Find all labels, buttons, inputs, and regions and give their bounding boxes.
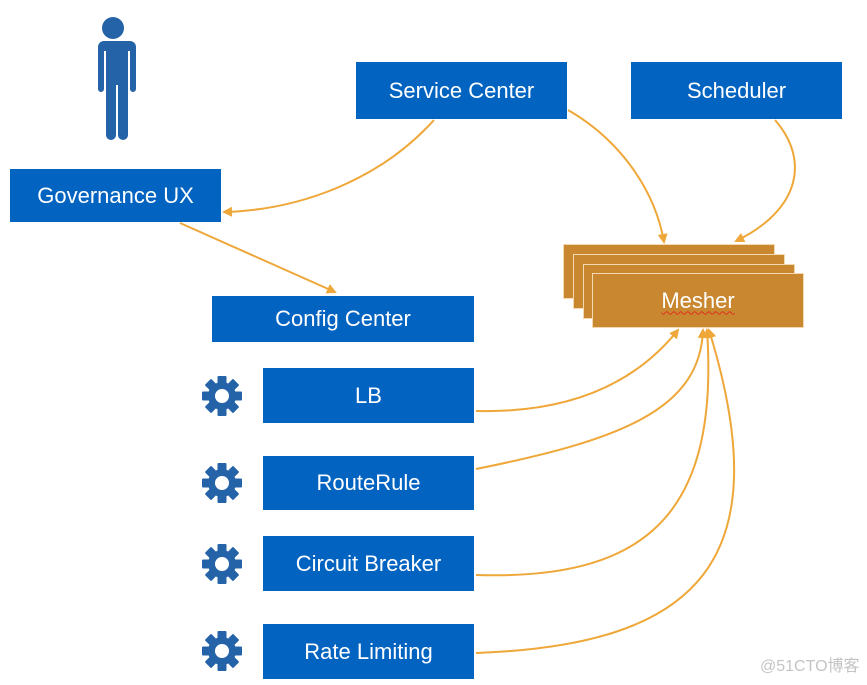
edge-scheduler-to-mesher: [734, 119, 796, 243]
diagram-canvas: Governance UX Service Center Scheduler C…: [0, 0, 867, 685]
edge-route-rule-to-mesher: [475, 328, 708, 470]
edge-service-center-to-mesher: [567, 109, 668, 244]
edge-rate-limiting-to-mesher: [475, 328, 736, 654]
edge-circuit-breaker-to-mesher: [475, 328, 713, 577]
edges-layer: [179, 109, 796, 654]
edge-governance-ux-to-config-center: [179, 222, 337, 294]
edge-service-center-to-governance-ux: [222, 119, 435, 217]
edge-lb-to-mesher: [475, 328, 680, 413]
watermark: @51CTO博客: [760, 658, 860, 675]
